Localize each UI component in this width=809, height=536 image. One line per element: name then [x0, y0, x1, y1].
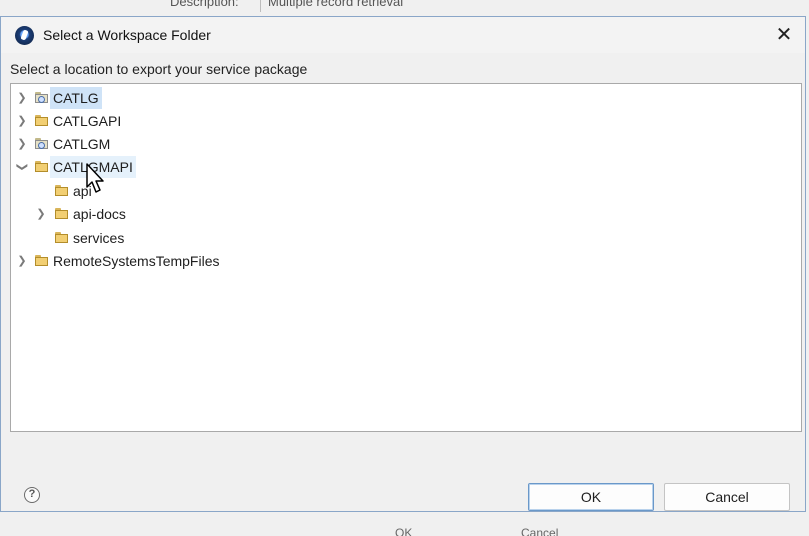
dialog-titlebar: Select a Workspace Folder ✕: [1, 17, 805, 53]
dialog-title: Select a Workspace Folder: [43, 27, 211, 43]
chevron-right-icon[interactable]: ❯: [17, 87, 27, 109]
open-folder-icon: [55, 232, 69, 243]
open-folder-icon: [55, 208, 69, 219]
chevron-right-icon[interactable]: ❯: [17, 133, 27, 155]
app-icon: [15, 26, 34, 45]
folder-icon: [35, 115, 49, 126]
background-cancel-label: Cancel: [521, 526, 559, 536]
chevron-right-icon[interactable]: ❯: [17, 110, 27, 132]
tree-item-remotesystemstempfiles[interactable]: ❯ RemoteSystemsTempFiles: [11, 250, 801, 272]
chevron-right-icon[interactable]: ❯: [17, 250, 27, 272]
tree-item-catlgm[interactable]: ❯ CATLGM: [11, 133, 801, 155]
chevron-right-icon[interactable]: ❯: [36, 203, 46, 225]
background-description-value: Multiple record retrieval: [268, 0, 404, 9]
tree-item-label: CATLGAPI: [53, 113, 122, 129]
background-button-row: OK Cancel: [185, 512, 615, 536]
workspace-folder-tree[interactable]: ❯ CATLG ❯ CATLGAPI ❯ CATLGM ❯ CATLGMAPI …: [10, 83, 802, 432]
tree-item-services[interactable]: services: [11, 227, 801, 249]
tree-item-catlgapi[interactable]: ❯ CATLGAPI: [11, 110, 801, 132]
ok-button[interactable]: OK: [528, 483, 654, 511]
open-folder-icon: [55, 185, 69, 196]
instruction-text: Select a location to export your service…: [10, 61, 308, 77]
mouse-cursor-icon: [86, 163, 104, 193]
tree-item-label: api-docs: [73, 206, 126, 222]
tree-item-api[interactable]: api: [11, 180, 801, 202]
project-folder-icon: [35, 92, 49, 103]
background-description-row: Description: Multiple record retrieval: [160, 0, 590, 14]
project-folder-icon: [35, 138, 49, 149]
tree-item-api-docs[interactable]: ❯ api-docs: [11, 203, 801, 225]
tree-item-catlg[interactable]: ❯ CATLG: [11, 87, 801, 109]
folder-icon: [35, 255, 49, 266]
help-icon[interactable]: ?: [24, 487, 40, 503]
tree-item-label: CATLG: [50, 87, 102, 109]
background-ok-label: OK: [395, 526, 413, 536]
cancel-button[interactable]: Cancel: [664, 483, 790, 511]
select-workspace-folder-dialog: Select a Workspace Folder ✕ Select a loc…: [0, 16, 806, 512]
tree-item-label: CATLGM: [53, 136, 111, 152]
close-button[interactable]: ✕: [769, 21, 799, 49]
folder-icon: [35, 161, 49, 172]
background-description-label: Description:: [170, 0, 239, 9]
tree-item-label: services: [73, 230, 125, 246]
tree-item-catlgmapi[interactable]: ❯ CATLGMAPI: [11, 156, 801, 178]
tree-item-label: RemoteSystemsTempFiles: [53, 253, 220, 269]
chevron-down-icon[interactable]: ❯: [11, 162, 33, 172]
close-icon: ✕: [775, 24, 793, 46]
